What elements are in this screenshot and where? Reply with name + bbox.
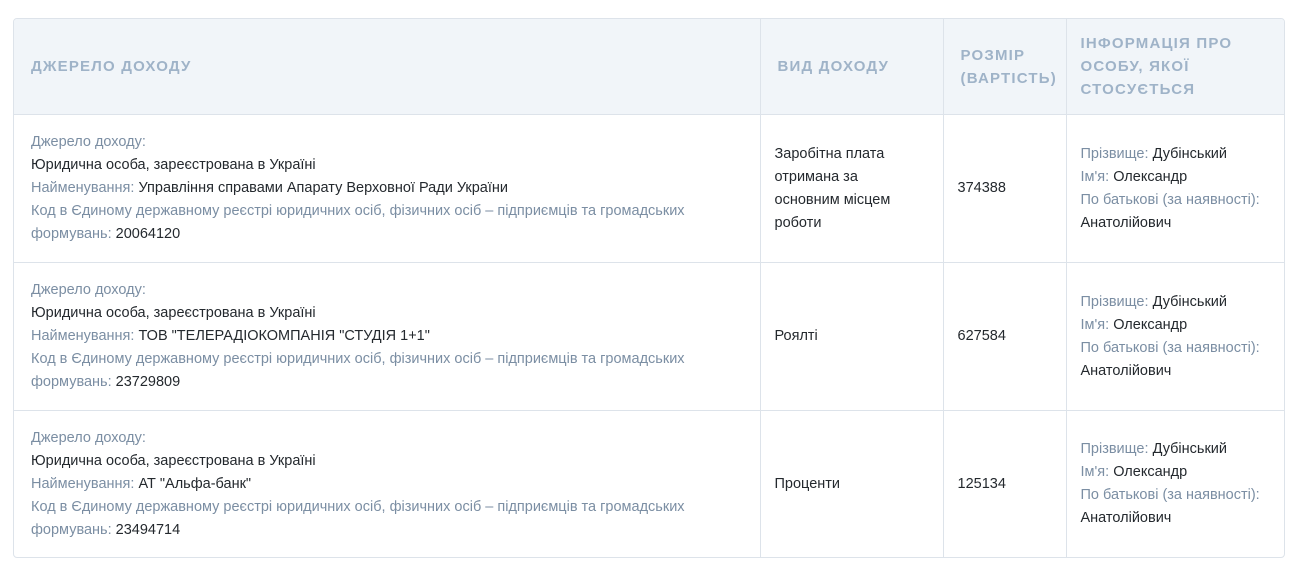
amount-cell: 125134 xyxy=(943,410,1067,557)
firstname-label: Ім'я: xyxy=(1080,464,1110,480)
patronymic-label: По батькові (за наявності): xyxy=(1080,339,1260,356)
firstname-value: Олександр xyxy=(1113,316,1188,333)
source-code: 23494714 xyxy=(115,521,181,538)
income-source-cell: Джерело доходу: Юридична особа, зареєстр… xyxy=(14,262,761,411)
surname-value: Дубінський xyxy=(1152,145,1227,162)
amount-cell: 374388 xyxy=(943,114,1067,263)
source-name: ТОВ "ТЕЛЕРАДІОКОМПАНІЯ "СТУДІЯ 1+1" xyxy=(138,328,430,344)
table-header: Джерело доходу Вид доходу Розмір (вартіс… xyxy=(14,19,1284,115)
source-name: АТ "Альфа-банк" xyxy=(138,475,252,492)
firstname-value: Олександр xyxy=(1113,168,1188,185)
source-code: 23729809 xyxy=(115,374,181,390)
header-income-type: Вид доходу xyxy=(760,19,944,115)
source-type: Юридична особа, зареєстрована в Україні xyxy=(31,305,316,321)
firstname-label: Ім'я: xyxy=(1080,316,1110,333)
patronymic-label: По батькові (за наявності): xyxy=(1080,191,1260,208)
table-row: Джерело доходу: Юридична особа, зареєстр… xyxy=(14,114,1284,263)
source-name: Управління справами Апарату Верховної Ра… xyxy=(138,180,508,196)
header-row: Джерело доходу Вид доходу Розмір (вартіс… xyxy=(14,19,1284,115)
income-table: Джерело доходу Вид доходу Розмір (вартіс… xyxy=(14,19,1284,557)
income-source-cell: Джерело доходу: Юридична особа, зареєстр… xyxy=(14,410,761,557)
surname-label: Прізвище: xyxy=(1080,293,1149,310)
patronymic-label: По батькові (за наявності): xyxy=(1080,487,1260,503)
source-type: Юридична особа, зареєстрована в Україні xyxy=(31,157,316,173)
header-person-info: Інформація про особу, якої стосується xyxy=(1066,19,1284,115)
source-type: Юридична особа, зареєстрована в Україні xyxy=(31,452,316,469)
person-info-cell: Прізвище: Дубінський Ім'я: Олександр По … xyxy=(1066,262,1284,411)
firstname-label: Ім'я: xyxy=(1080,168,1110,185)
firstname-value: Олександр xyxy=(1113,464,1188,480)
income-type-cell: Роялті xyxy=(760,262,944,411)
surname-label: Прізвище: xyxy=(1080,145,1149,162)
name-label: Найменування: xyxy=(31,180,135,196)
person-info-cell: Прізвище: Дубінський Ім'я: Олександр По … xyxy=(1066,114,1284,263)
surname-label: Прізвище: xyxy=(1080,441,1149,457)
person-info-cell: Прізвище: Дубінський Ім'я: Олександр По … xyxy=(1066,411,1284,558)
table-body: Джерело доходу: Юридична особа, зареєстр… xyxy=(14,114,1284,558)
patronymic-value: Анатолійович xyxy=(1080,362,1172,379)
table-row: Джерело доходу: Юридична особа, зареєстр… xyxy=(14,410,1284,558)
surname-value: Дубінський xyxy=(1152,293,1227,310)
source-label: Джерело доходу: xyxy=(31,429,146,446)
name-label: Найменування: xyxy=(31,475,135,492)
source-code: 20064120 xyxy=(115,226,181,242)
source-label: Джерело доходу: xyxy=(31,282,146,298)
patronymic-value: Анатолійович xyxy=(1080,510,1172,526)
income-table-container: Джерело доходу Вид доходу Розмір (вартіс… xyxy=(13,18,1285,558)
income-source-cell: Джерело доходу: Юридична особа, зареєстр… xyxy=(14,114,761,263)
income-type-cell: Заробітна плата отримана за основним міс… xyxy=(760,114,944,263)
income-type-cell: Проценти xyxy=(760,410,944,557)
table-row: Джерело доходу: Юридична особа, зареєстр… xyxy=(14,262,1284,411)
amount-cell: 627584 xyxy=(943,262,1067,411)
name-label: Найменування: xyxy=(31,328,135,344)
header-income-source: Джерело доходу xyxy=(14,19,761,115)
patronymic-value: Анатолійович xyxy=(1080,214,1172,231)
source-label: Джерело доходу: xyxy=(31,134,146,150)
header-amount: Розмір (вартість) xyxy=(943,19,1067,115)
surname-value: Дубінський xyxy=(1152,441,1227,457)
